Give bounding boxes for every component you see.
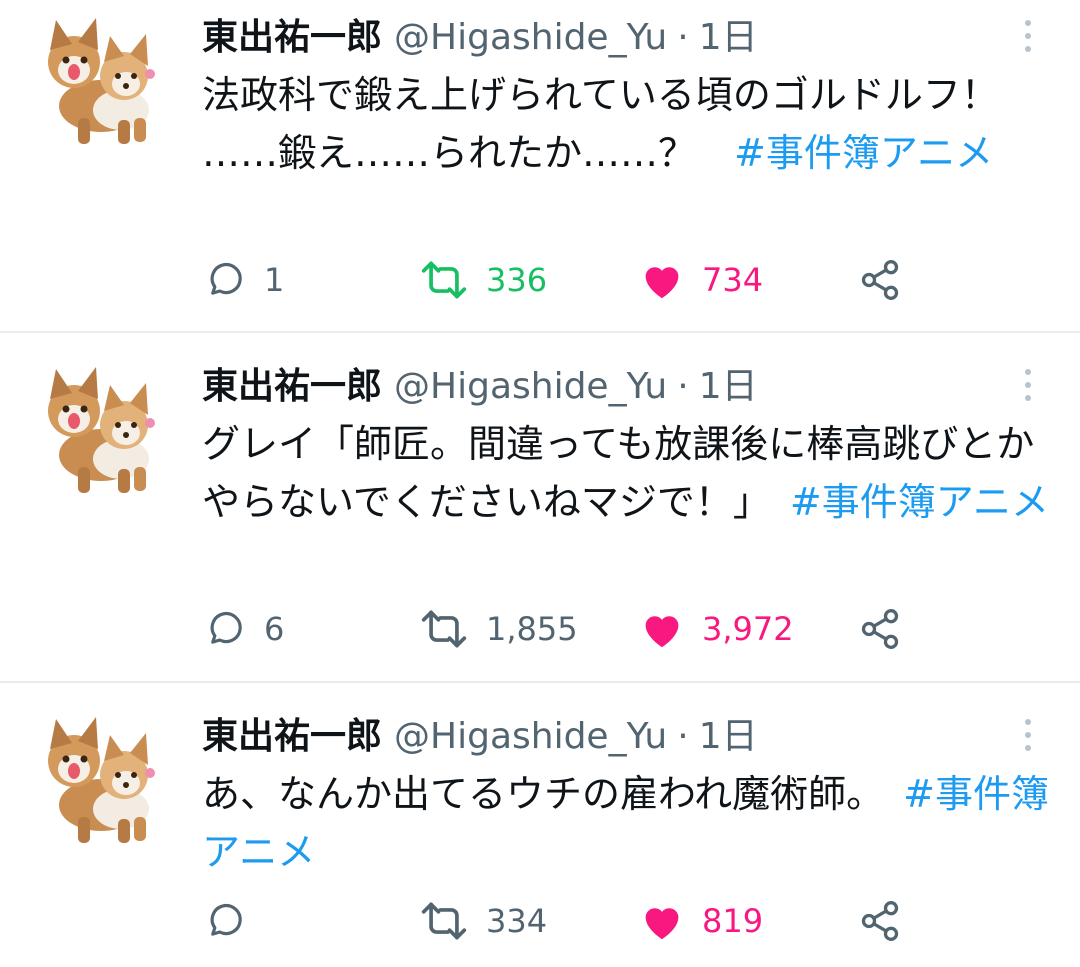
timestamp[interactable]: 1日: [699, 14, 758, 62]
tweet[interactable]: 東出祐一郎 @Higashide_Yu · 1日 あ、なんか出てるウチの雇われ魔…: [0, 683, 1080, 967]
hashtag-link[interactable]: #事件簿アニメ: [790, 480, 1049, 524]
action-bar: 6 1,855 3,972: [0, 599, 1080, 659]
retweet-button[interactable]: 334: [420, 891, 547, 951]
tweet[interactable]: 東出祐一郎 @Higashide_Yu · 1日 法政科で鍛え上げられている頃の…: [0, 0, 1080, 333]
reply-count: 6: [264, 610, 285, 648]
more-icon[interactable]: [1018, 365, 1038, 405]
reply-button[interactable]: [204, 891, 264, 951]
tweet-header: 東出祐一郎 @Higashide_Yu · 1日: [202, 713, 758, 761]
author-handle[interactable]: @Higashide_Yu: [394, 14, 667, 62]
share-icon: [861, 901, 899, 941]
share-icon: [861, 260, 899, 300]
reply-button[interactable]: 1: [204, 250, 284, 310]
heart-icon: [645, 267, 679, 299]
tweet-text: 法政科で鍛え上げられている頃のゴルドルフ！ ……鍛え……られたか……？ #事件簿…: [202, 66, 1052, 182]
retweet-icon: [421, 902, 467, 940]
author-handle[interactable]: @Higashide_Yu: [394, 713, 667, 761]
hashtag-link[interactable]: #事件簿アニメ: [734, 131, 993, 175]
retweet-icon: [421, 261, 467, 299]
avatar[interactable]: [26, 14, 166, 154]
retweet-count: 336: [486, 261, 548, 299]
share-button[interactable]: [858, 891, 902, 951]
avatar[interactable]: [26, 363, 166, 503]
like-count: 3,972: [702, 610, 794, 648]
like-count: 734: [702, 261, 764, 299]
more-icon[interactable]: [1018, 16, 1038, 56]
like-count: 819: [702, 902, 764, 940]
action-bar: 1 336 734: [0, 250, 1080, 310]
share-icon: [861, 609, 899, 649]
tweet-text: グレイ「師匠。間違っても放課後に棒高跳びとかやらないでくださいねマジで！」 #事…: [202, 415, 1052, 531]
avatar[interactable]: [26, 713, 166, 853]
share-button[interactable]: [858, 250, 902, 310]
like-button[interactable]: 819: [640, 891, 763, 951]
tweet[interactable]: 東出祐一郎 @Higashide_Yu · 1日 グレイ「師匠。間違っても放課後…: [0, 333, 1080, 683]
reply-icon: [210, 904, 242, 936]
separator: ·: [677, 366, 689, 407]
retweet-count: 1,855: [486, 610, 578, 648]
like-button[interactable]: 734: [640, 250, 763, 310]
action-bar: 334 819: [0, 891, 1080, 951]
heart-icon: [645, 908, 679, 940]
tweet-header: 東出祐一郎 @Higashide_Yu · 1日: [202, 363, 758, 411]
author-name[interactable]: 東出祐一郎: [202, 363, 382, 411]
reply-count: 1: [264, 261, 285, 299]
more-icon[interactable]: [1018, 715, 1038, 755]
author-name[interactable]: 東出祐一郎: [202, 14, 382, 62]
tweet-header: 東出祐一郎 @Higashide_Yu · 1日: [202, 14, 758, 62]
separator: ·: [677, 17, 689, 58]
author-handle[interactable]: @Higashide_Yu: [394, 363, 667, 411]
tweet-body: あ、なんか出てるウチの雇われ魔術師。: [202, 772, 904, 816]
timestamp[interactable]: 1日: [699, 363, 758, 411]
like-button[interactable]: 3,972: [640, 599, 794, 659]
retweet-count: 334: [486, 902, 548, 940]
reply-button[interactable]: 6: [204, 599, 284, 659]
timestamp[interactable]: 1日: [699, 713, 758, 761]
reply-icon: [210, 263, 242, 295]
retweet-button[interactable]: 1,855: [420, 599, 578, 659]
share-button[interactable]: [858, 599, 902, 659]
retweet-button[interactable]: 336: [420, 250, 547, 310]
author-name[interactable]: 東出祐一郎: [202, 713, 382, 761]
retweet-icon: [421, 610, 467, 648]
reply-icon: [210, 612, 242, 644]
separator: ·: [677, 716, 689, 757]
tweet-text: あ、なんか出てるウチの雇われ魔術師。 #事件簿アニメ: [202, 765, 1052, 881]
heart-icon: [645, 616, 679, 648]
